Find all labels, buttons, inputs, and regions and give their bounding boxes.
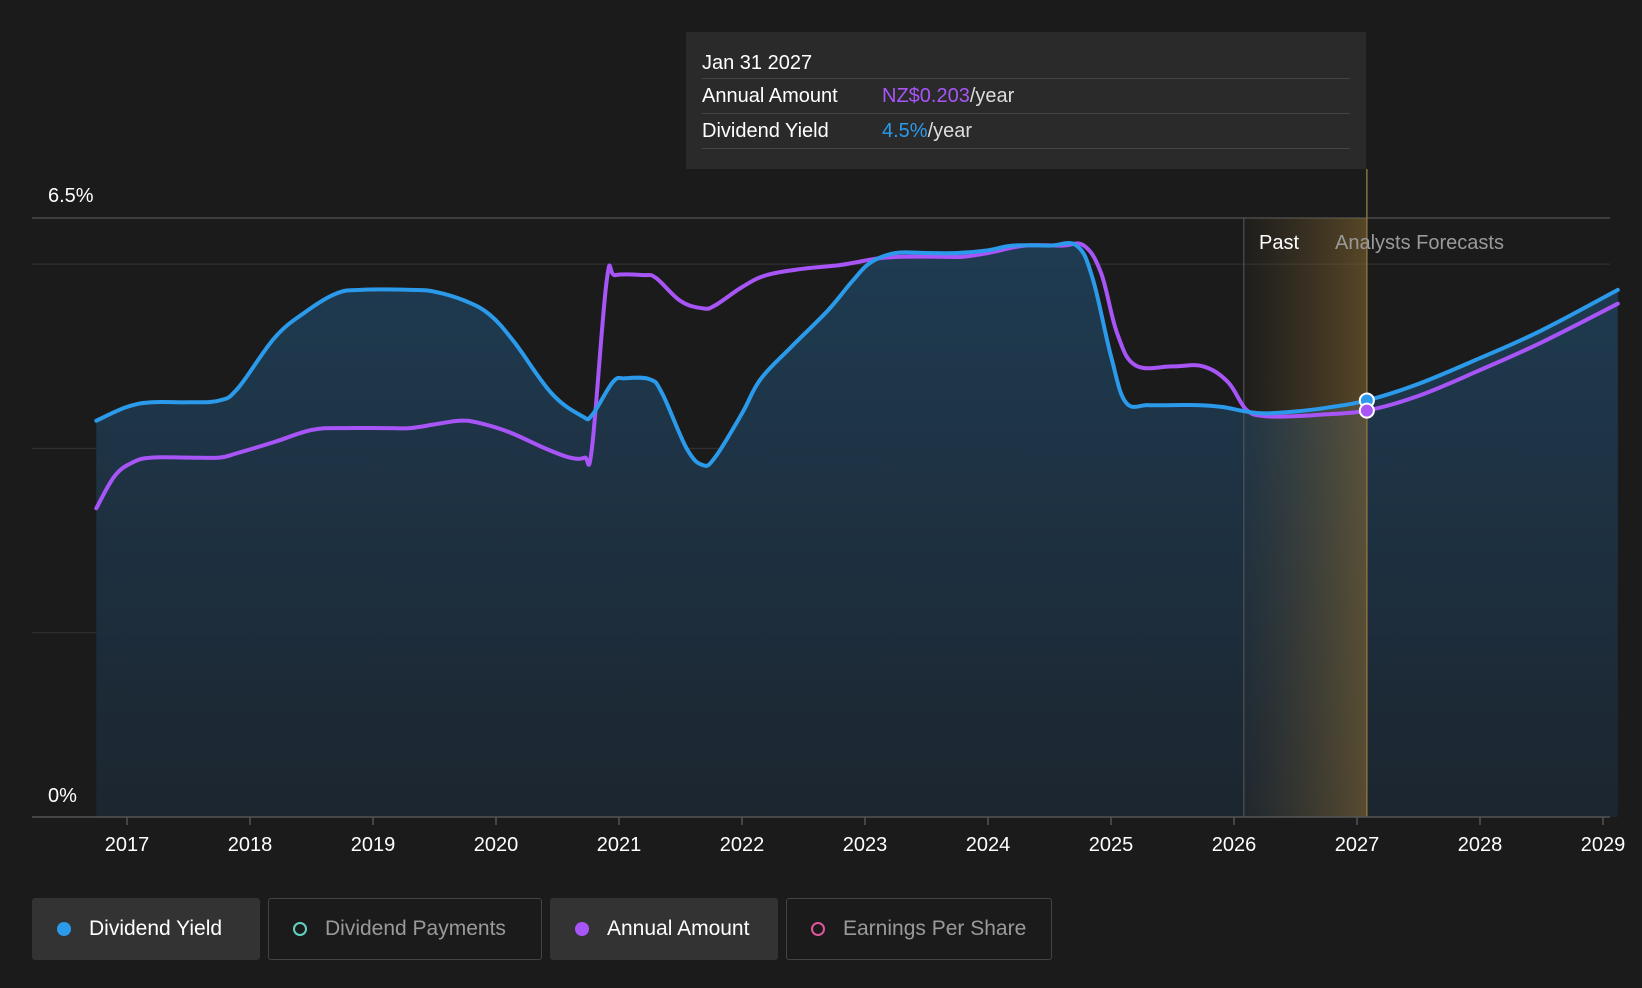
x-tick-label: 2029: [1581, 834, 1626, 856]
legend-annual-amount-label: Annual Amount: [607, 917, 750, 940]
filled-circle-icon: [575, 922, 589, 936]
x-tick-label: 2021: [597, 834, 642, 856]
x-tick-label: 2026: [1212, 834, 1257, 856]
x-tick-label: 2025: [1089, 834, 1134, 856]
x-tick-label: 2019: [351, 834, 396, 856]
filled-circle-icon: [57, 922, 71, 936]
hollow-circle-icon: [293, 922, 307, 936]
x-tick-label: 2017: [105, 834, 150, 856]
tooltip: Jan 31 2027 Annual Amount NZ$0.203 /year…: [686, 32, 1366, 169]
tooltip-yield-value: 4.5%: [882, 120, 928, 142]
x-tick-label: 2027: [1335, 834, 1380, 856]
hollow-circle-icon: [811, 922, 825, 936]
y-axis-bottom-label: 0%: [48, 785, 77, 807]
x-tick-label: 2028: [1458, 834, 1503, 856]
tooltip-date-row: Jan 31 2027: [702, 48, 1350, 79]
dividend-yield-area: [96, 243, 1618, 817]
tooltip-annual-value: NZ$0.203: [882, 85, 970, 107]
x-tick-label: 2018: [228, 834, 273, 856]
past-label: Past: [1259, 232, 1299, 254]
tooltip-annual-unit: /year: [969, 85, 1015, 107]
tooltip-date: Jan 31 2027: [702, 52, 813, 74]
legend-dividend-yield-button[interactable]: Dividend Yield: [32, 898, 260, 960]
legend-annual-amount-button[interactable]: Annual Amount: [550, 898, 778, 960]
forecast-label: Analysts Forecasts: [1335, 232, 1504, 254]
x-tick-label: 2023: [843, 834, 888, 856]
legend-dividend-payments-button[interactable]: Dividend Payments: [268, 898, 542, 960]
tooltip-yield-row: Dividend Yield 4.5% /year: [702, 114, 1350, 149]
tooltip-yield-label: Dividend Yield: [702, 120, 829, 142]
forecast-band: [1243, 218, 1367, 817]
tooltip-annual-label: Annual Amount: [702, 85, 838, 107]
x-ticks: 2017 2018 2019 2020 2021 2022 2023 2024 2025 2026…: [105, 817, 1626, 856]
tooltip-annual-row: Annual Amount NZ$0.203 /year: [702, 79, 1350, 114]
legend-earnings-per-share-button[interactable]: Earnings Per Share: [786, 898, 1052, 960]
x-tick-label: 2024: [966, 834, 1011, 856]
legend-dividend-yield-label: Dividend Yield: [89, 917, 223, 940]
annual-amount-marker: [1358, 402, 1375, 419]
legend-dividend-payments-label: Dividend Payments: [325, 917, 506, 940]
x-tick-label: 2022: [720, 834, 765, 856]
tooltip-yield-unit: /year: [927, 120, 973, 142]
x-tick-label: 2020: [474, 834, 519, 856]
legend-earnings-per-share-label: Earnings Per Share: [843, 917, 1027, 940]
y-axis-top-label: 6.5%: [48, 185, 94, 207]
